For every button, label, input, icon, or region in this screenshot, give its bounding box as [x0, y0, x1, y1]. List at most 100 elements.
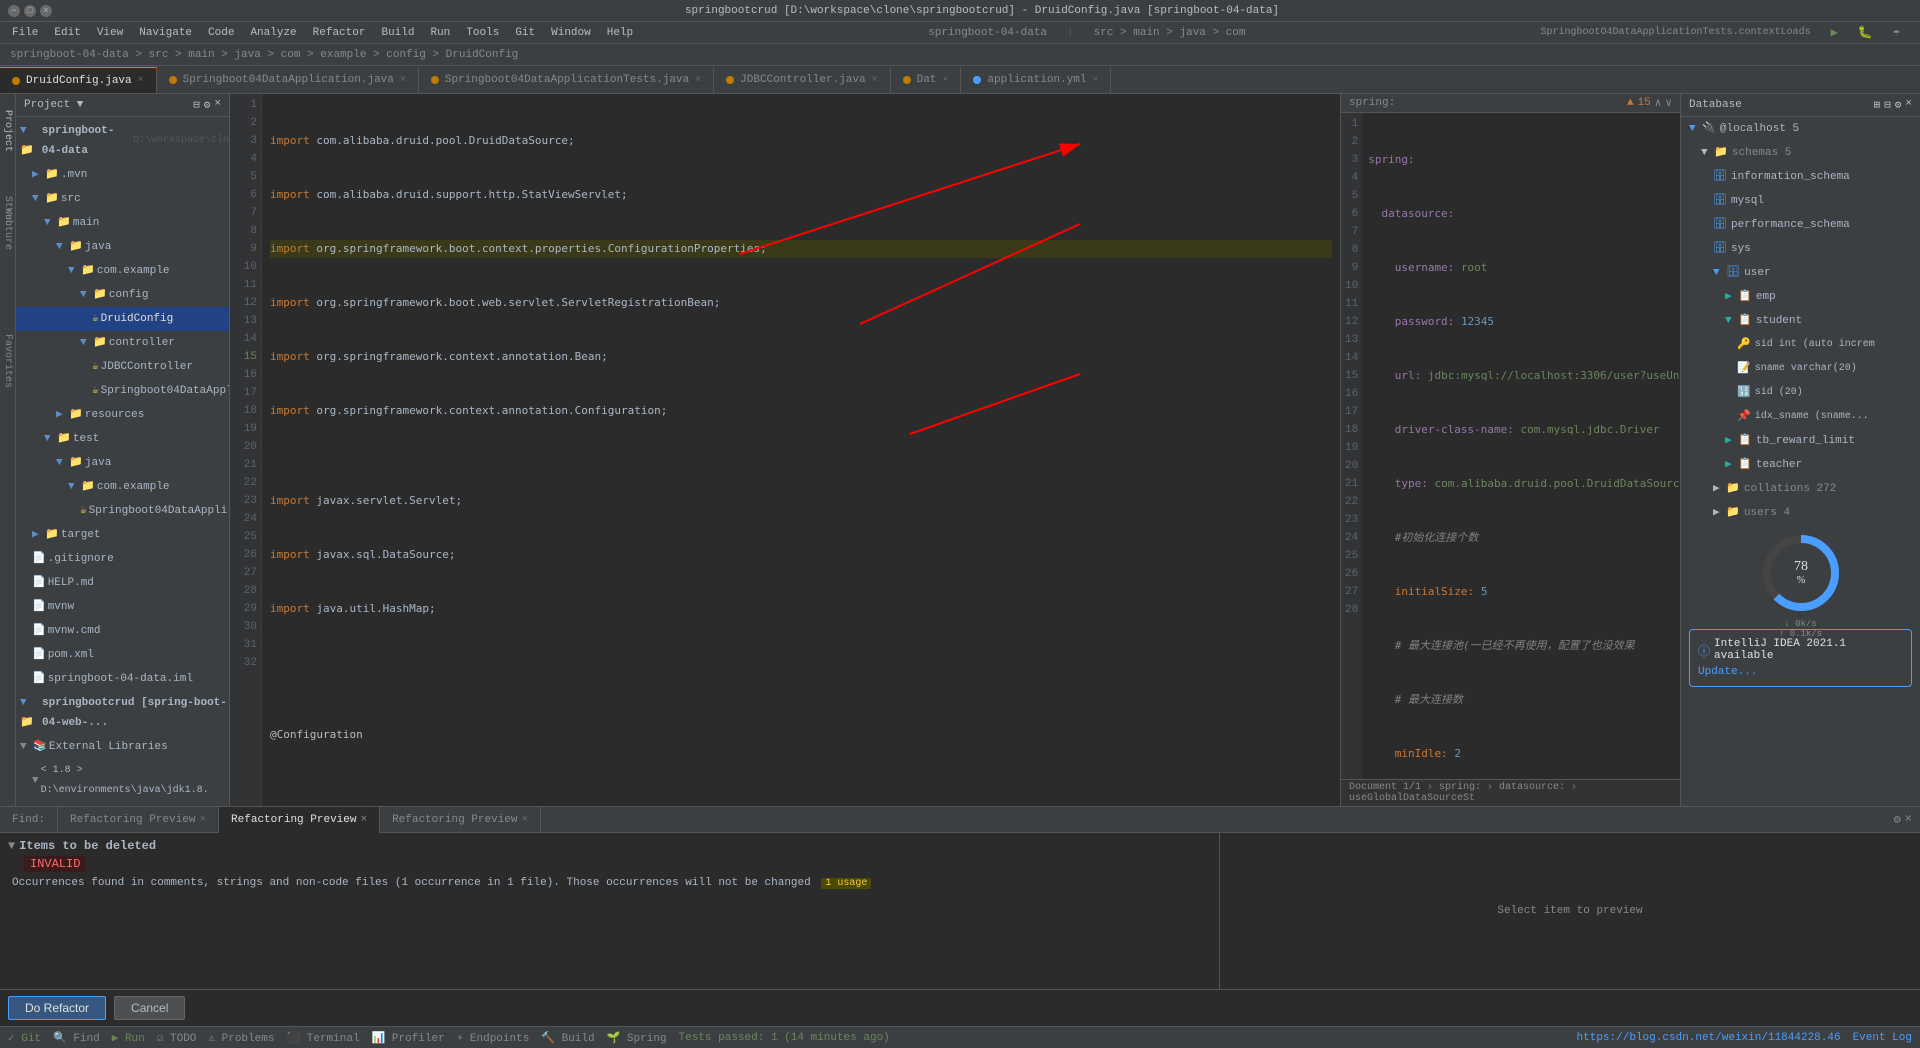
tree-jdbccontroller[interactable]: ☕ JDBCController: [16, 355, 229, 379]
db-schemas[interactable]: ▼ 📁 schemas 5: [1681, 141, 1920, 165]
menu-git[interactable]: Git: [507, 25, 543, 41]
db-icon3[interactable]: ⚙: [1895, 98, 1902, 112]
db-user[interactable]: ▼ 🗄 user: [1681, 261, 1920, 285]
menu-file[interactable]: File: [4, 25, 46, 41]
tree-druidconfig[interactable]: ☕ DruidConfig: [16, 307, 229, 331]
tab-close-icon[interactable]: ×: [199, 814, 206, 826]
code-content[interactable]: import com.alibaba.druid.pool.DruidDataS…: [262, 94, 1340, 806]
notification-update-link[interactable]: Update...: [1698, 666, 1903, 678]
do-refactor-button[interactable]: Do Refactor: [8, 996, 106, 1020]
settings-icon[interactable]: ⚙: [204, 98, 211, 112]
git-status[interactable]: ✓ Git: [8, 1031, 41, 1045]
db-teacher[interactable]: ▶ 📋 teacher: [1681, 453, 1920, 477]
url-display[interactable]: https://blog.csdn.net/weixin/11844228.46: [1577, 1032, 1841, 1044]
favorites-tab[interactable]: Favorites: [0, 326, 15, 396]
tab-jdbccontroller[interactable]: JDBCController.java ×: [714, 67, 890, 93]
menu-run[interactable]: Run: [422, 25, 458, 41]
tree-mvnwcmd[interactable]: 📄 mvnw.cmd: [16, 619, 229, 643]
db-col-sid[interactable]: 🔑 sid int (auto increm: [1681, 333, 1920, 357]
tab-close-icon[interactable]: ×: [1092, 75, 1098, 86]
db-mysql[interactable]: 🗄 mysql: [1681, 189, 1920, 213]
tree-helpmd[interactable]: 📄 HELP.md: [16, 571, 229, 595]
tab-springboottest[interactable]: Springboot04DataApplicationTests.java ×: [419, 67, 714, 93]
coverage-button[interactable]: ☂: [1885, 23, 1908, 42]
db-icon4[interactable]: ×: [1905, 98, 1912, 112]
event-log-link[interactable]: Event Log: [1853, 1032, 1912, 1044]
hide-icon[interactable]: ×: [1905, 812, 1912, 827]
tab-dat[interactable]: Dat ×: [891, 67, 962, 93]
db-emp[interactable]: ▶ 📋 emp: [1681, 285, 1920, 309]
tree-gitignore[interactable]: 📄 .gitignore: [16, 547, 229, 571]
scroll-up-icon[interactable]: ∧: [1655, 96, 1662, 110]
yaml-content[interactable]: spring: datasource: username: root passw…: [1362, 113, 1680, 779]
menu-tools[interactable]: Tools: [458, 25, 507, 41]
tab-springbootapp[interactable]: Springboot04DataApplication.java ×: [157, 67, 419, 93]
tree-test-java[interactable]: ▼ 📁 java: [16, 451, 229, 475]
cancel-button[interactable]: Cancel: [114, 996, 185, 1020]
db-col-sid2[interactable]: 🔢 sid (20): [1681, 381, 1920, 405]
db-sys[interactable]: 🗄 sys: [1681, 237, 1920, 261]
tab-close-icon[interactable]: ×: [138, 75, 144, 86]
spring-status[interactable]: 🌱 Spring: [607, 1031, 667, 1045]
tree-mvn[interactable]: ▶ 📁 .mvn: [16, 163, 229, 187]
tree-src[interactable]: ▼ 📁 src: [16, 187, 229, 211]
db-col-sname[interactable]: 📝 sname varchar(20): [1681, 357, 1920, 381]
tree-iml[interactable]: 📄 springboot-04-data.iml: [16, 667, 229, 691]
tree-test-file[interactable]: ☕ Springboot04DataAppli: [16, 499, 229, 523]
endpoints-status[interactable]: ⚡ Endpoints: [457, 1031, 530, 1045]
todo-status[interactable]: ☑ TODO: [157, 1031, 197, 1045]
tree-java[interactable]: ▼ 📁 java: [16, 235, 229, 259]
run-button[interactable]: ▶: [1823, 23, 1846, 42]
tree-controller[interactable]: ▼ 📁 controller: [16, 331, 229, 355]
db-host[interactable]: ▼ 🔌 @localhost 5: [1681, 117, 1920, 141]
menu-refactor[interactable]: Refactor: [305, 25, 374, 41]
terminal-status[interactable]: ⬛ Terminal: [286, 1031, 359, 1045]
build-status[interactable]: 🔨 Build: [541, 1031, 594, 1045]
tree-config[interactable]: ▼ 📁 config: [16, 283, 229, 307]
tab-close-icon[interactable]: ×: [695, 75, 701, 86]
bottom-tab-refactor3[interactable]: Refactoring Preview ×: [380, 807, 541, 833]
minimize-button[interactable]: −: [8, 5, 20, 17]
code-scroll-area[interactable]: 1 2 3 4 5 6 7 8 9 10 11 12 13 14 15 16 1…: [230, 94, 1340, 806]
bottom-tab-refactor1[interactable]: Refactoring Preview ×: [58, 807, 219, 833]
bottom-tab-find[interactable]: Find:: [0, 807, 58, 833]
db-users[interactable]: ▶ 📁 users 4: [1681, 501, 1920, 525]
menu-view[interactable]: View: [89, 25, 131, 41]
run-status[interactable]: ▶ Run: [112, 1031, 145, 1045]
collapse-icon[interactable]: ⊟: [193, 98, 200, 112]
tree-mvnw[interactable]: 📄 mvnw: [16, 595, 229, 619]
db-perf-schema[interactable]: 🗄 performance_schema: [1681, 213, 1920, 237]
tree-jdk[interactable]: ▼ < 1.8 > D:\environments\java\jdk1.8.: [16, 759, 229, 803]
tree-item-root[interactable]: ▼ 📁 springboot-04-data D:\workspace\clo: [16, 119, 229, 163]
tab-close-icon[interactable]: ×: [942, 75, 948, 86]
menu-build[interactable]: Build: [373, 25, 422, 41]
close-button[interactable]: ×: [40, 5, 52, 17]
tab-applicationyml[interactable]: application.yml ×: [961, 67, 1111, 93]
web-tab[interactable]: Web: [0, 200, 15, 234]
db-icon2[interactable]: ⊟: [1884, 98, 1891, 112]
find-status[interactable]: 🔍 Find: [53, 1031, 100, 1045]
db-student[interactable]: ▼ 📋 student: [1681, 309, 1920, 333]
tree-main[interactable]: ▼ 📁 main: [16, 211, 229, 235]
tree-resources[interactable]: ▶ 📁 resources: [16, 403, 229, 427]
menu-code[interactable]: Code: [200, 25, 242, 41]
tab-close-icon[interactable]: ×: [360, 814, 367, 826]
tab-close-icon[interactable]: ×: [400, 75, 406, 86]
profiler-status[interactable]: 📊 Profiler: [372, 1031, 445, 1045]
scroll-down-icon[interactable]: ∨: [1665, 96, 1672, 110]
tab-close-icon[interactable]: ×: [522, 814, 529, 826]
db-tbreward[interactable]: ▶ 📋 tb_reward_limit: [1681, 429, 1920, 453]
tree-springbootcrud[interactable]: ▼ 📁 springbootcrud [spring-boot-04-web-.…: [16, 691, 229, 735]
db-info-schema[interactable]: 🗄 information_schema: [1681, 165, 1920, 189]
menu-window[interactable]: Window: [543, 25, 599, 41]
tree-pomxml[interactable]: 📄 pom.xml: [16, 643, 229, 667]
refactor-invalid-item[interactable]: INVALID: [8, 855, 1211, 873]
maximize-button[interactable]: □: [24, 5, 36, 17]
menu-edit[interactable]: Edit: [46, 25, 88, 41]
tree-test-com[interactable]: ▼ 📁 com.example: [16, 475, 229, 499]
menu-navigate[interactable]: Navigate: [131, 25, 200, 41]
tree-springbootapp2[interactable]: ☕ Springboot04DataAppli: [16, 379, 229, 403]
tree-test[interactable]: ▼ 📁 test: [16, 427, 229, 451]
refactor-section-header[interactable]: ▼ Items to be deleted: [8, 837, 1211, 855]
tree-com[interactable]: ▼ 📁 com.example: [16, 259, 229, 283]
